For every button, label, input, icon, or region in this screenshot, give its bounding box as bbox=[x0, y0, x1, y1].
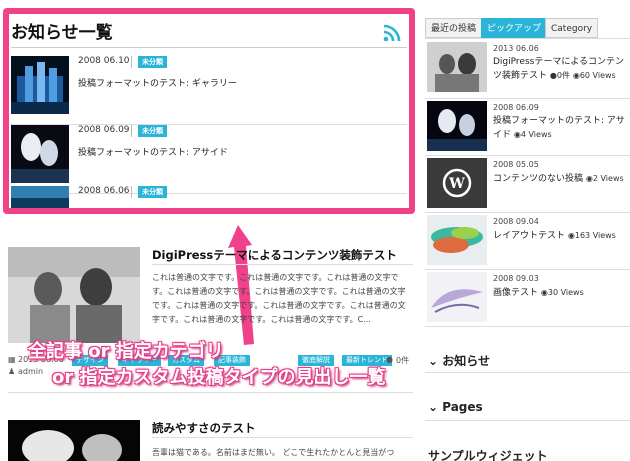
post-divider bbox=[8, 392, 413, 393]
widget-heading-rule bbox=[425, 420, 630, 421]
chevron-down-icon: ⌄ bbox=[428, 354, 443, 368]
post-thumbnail[interactable] bbox=[8, 420, 140, 461]
sidebar-date: 2008 05.05 bbox=[493, 160, 539, 169]
widget-heading-rule bbox=[425, 372, 630, 373]
sidebar-title-text[interactable]: コンテンツのない投稿 bbox=[493, 174, 583, 184]
widget-heading-label: お知らせ bbox=[442, 354, 490, 368]
chevron-down-icon: ⌄ bbox=[428, 400, 443, 414]
sidebar-divider bbox=[425, 326, 630, 327]
tab-category[interactable]: Category bbox=[545, 18, 599, 38]
post-thumbnail[interactable] bbox=[8, 247, 140, 343]
widget-heading-label: Pages bbox=[442, 400, 483, 414]
sidebar-post[interactable]: 2008 09.03 画像テスト ◉30 Views bbox=[425, 270, 630, 328]
sidebar-title-text[interactable]: 画像テスト bbox=[493, 288, 538, 298]
sidebar-title-text[interactable]: 投稿フォーマットのテスト: アサイド bbox=[493, 116, 625, 140]
sidebar-post[interactable]: 2008 06.09 投稿フォーマットのテスト: アサイド ◉4 Views bbox=[425, 99, 630, 157]
post-title[interactable]: DigiPressテーマによるコンテンツ装飾テスト bbox=[152, 247, 397, 263]
sidebar-views: 2 Views bbox=[592, 174, 624, 183]
sidebar-title[interactable]: 画像テスト ◉30 Views bbox=[493, 286, 628, 300]
user-icon: ♟ bbox=[8, 367, 16, 376]
caption-line-2: or 指定カスタム投稿タイプの見出し一覧 bbox=[52, 367, 386, 388]
sidebar-post[interactable]: W 2008 05.05 コンテンツのない投稿 ◉2 Views bbox=[425, 156, 630, 214]
comment-icon: ● bbox=[386, 355, 393, 364]
sidebar-thumbnail[interactable]: W bbox=[427, 158, 487, 208]
tabs-underline bbox=[425, 38, 630, 39]
sidebar-comments: 0件 bbox=[556, 71, 570, 80]
sidebar-thumbnail[interactable] bbox=[427, 215, 487, 265]
eye-icon: ◉ bbox=[513, 130, 521, 139]
widget-heading-sample: サンプルウィジェット bbox=[428, 449, 548, 461]
tab-recent[interactable]: 最近の投稿 bbox=[425, 18, 483, 38]
sidebar-post[interactable]: 2013 06.06 DigiPressテーマによるコンテンツ装飾テスト ●0件… bbox=[425, 40, 630, 98]
post-entry: DigiPressテーマによるコンテンツ装飾テスト これは普通の文字です。これは… bbox=[8, 247, 413, 347]
sidebar-thumbnail[interactable] bbox=[427, 42, 487, 92]
caption-line-1: 全記事 or 指定カテゴリ bbox=[28, 341, 224, 362]
sidebar-date: 2008 06.09 bbox=[493, 103, 539, 112]
post-title-rule bbox=[152, 437, 413, 438]
sidebar-views: 4 Views bbox=[520, 130, 552, 139]
sidebar-title-text[interactable]: レイアウトテスト bbox=[493, 231, 565, 241]
post-title-rule bbox=[152, 264, 413, 265]
post-entry: 読みやすさのテスト 吾輩は猫である。名前はまだ無い。 どこで生れたかとんと見当が… bbox=[8, 420, 413, 461]
comment-icon: ● bbox=[549, 71, 557, 80]
sidebar-post[interactable]: 2008 09.04 レイアウトテスト ◉163 Views bbox=[425, 213, 630, 271]
tab-pickup[interactable]: ピックアップ bbox=[481, 18, 548, 38]
calendar-icon: ▦ bbox=[8, 355, 16, 364]
sidebar-views: 60 Views bbox=[579, 71, 616, 80]
sidebar-title[interactable]: コンテンツのない投稿 ◉2 Views bbox=[493, 172, 628, 186]
sidebar-date: 2008 09.04 bbox=[493, 217, 539, 226]
widget-heading-pages[interactable]: ⌄ Pages bbox=[428, 400, 483, 414]
sidebar-title[interactable]: 投稿フォーマットのテスト: アサイド ◉4 Views bbox=[493, 115, 628, 142]
eye-icon: ◉ bbox=[585, 174, 593, 183]
post-excerpt: これは普通の文字です。これは普通の文字です。これは普通の文字です。これは普通の文… bbox=[152, 273, 406, 324]
sidebar-views: 163 Views bbox=[574, 231, 616, 240]
sidebar-title[interactable]: DigiPressテーマによるコンテンツ装飾テスト ●0件 ◉60 Views bbox=[493, 56, 628, 83]
comment-count[interactable]: 0件 bbox=[396, 355, 409, 366]
post-title[interactable]: 読みやすさのテスト bbox=[152, 420, 256, 436]
post-excerpt: 吾輩は猫である。名前はまだ無い。 どこで生れたかとんと見当がつ bbox=[152, 448, 395, 457]
widget-heading-news[interactable]: ⌄ お知らせ bbox=[428, 352, 490, 369]
svg-text:W: W bbox=[448, 176, 465, 192]
eye-icon: ◉ bbox=[572, 71, 580, 80]
post-author[interactable]: admin bbox=[18, 367, 43, 376]
sidebar-date: 2013 06.06 bbox=[493, 44, 539, 53]
sidebar-date: 2008 09.03 bbox=[493, 274, 539, 283]
sidebar-views: 30 Views bbox=[547, 288, 584, 297]
eye-icon: ◉ bbox=[540, 288, 548, 297]
eye-icon: ◉ bbox=[567, 231, 575, 240]
sidebar-thumbnail[interactable] bbox=[427, 101, 487, 151]
sidebar-title[interactable]: レイアウトテスト ◉163 Views bbox=[493, 229, 628, 243]
sidebar-thumbnail[interactable] bbox=[427, 272, 487, 322]
